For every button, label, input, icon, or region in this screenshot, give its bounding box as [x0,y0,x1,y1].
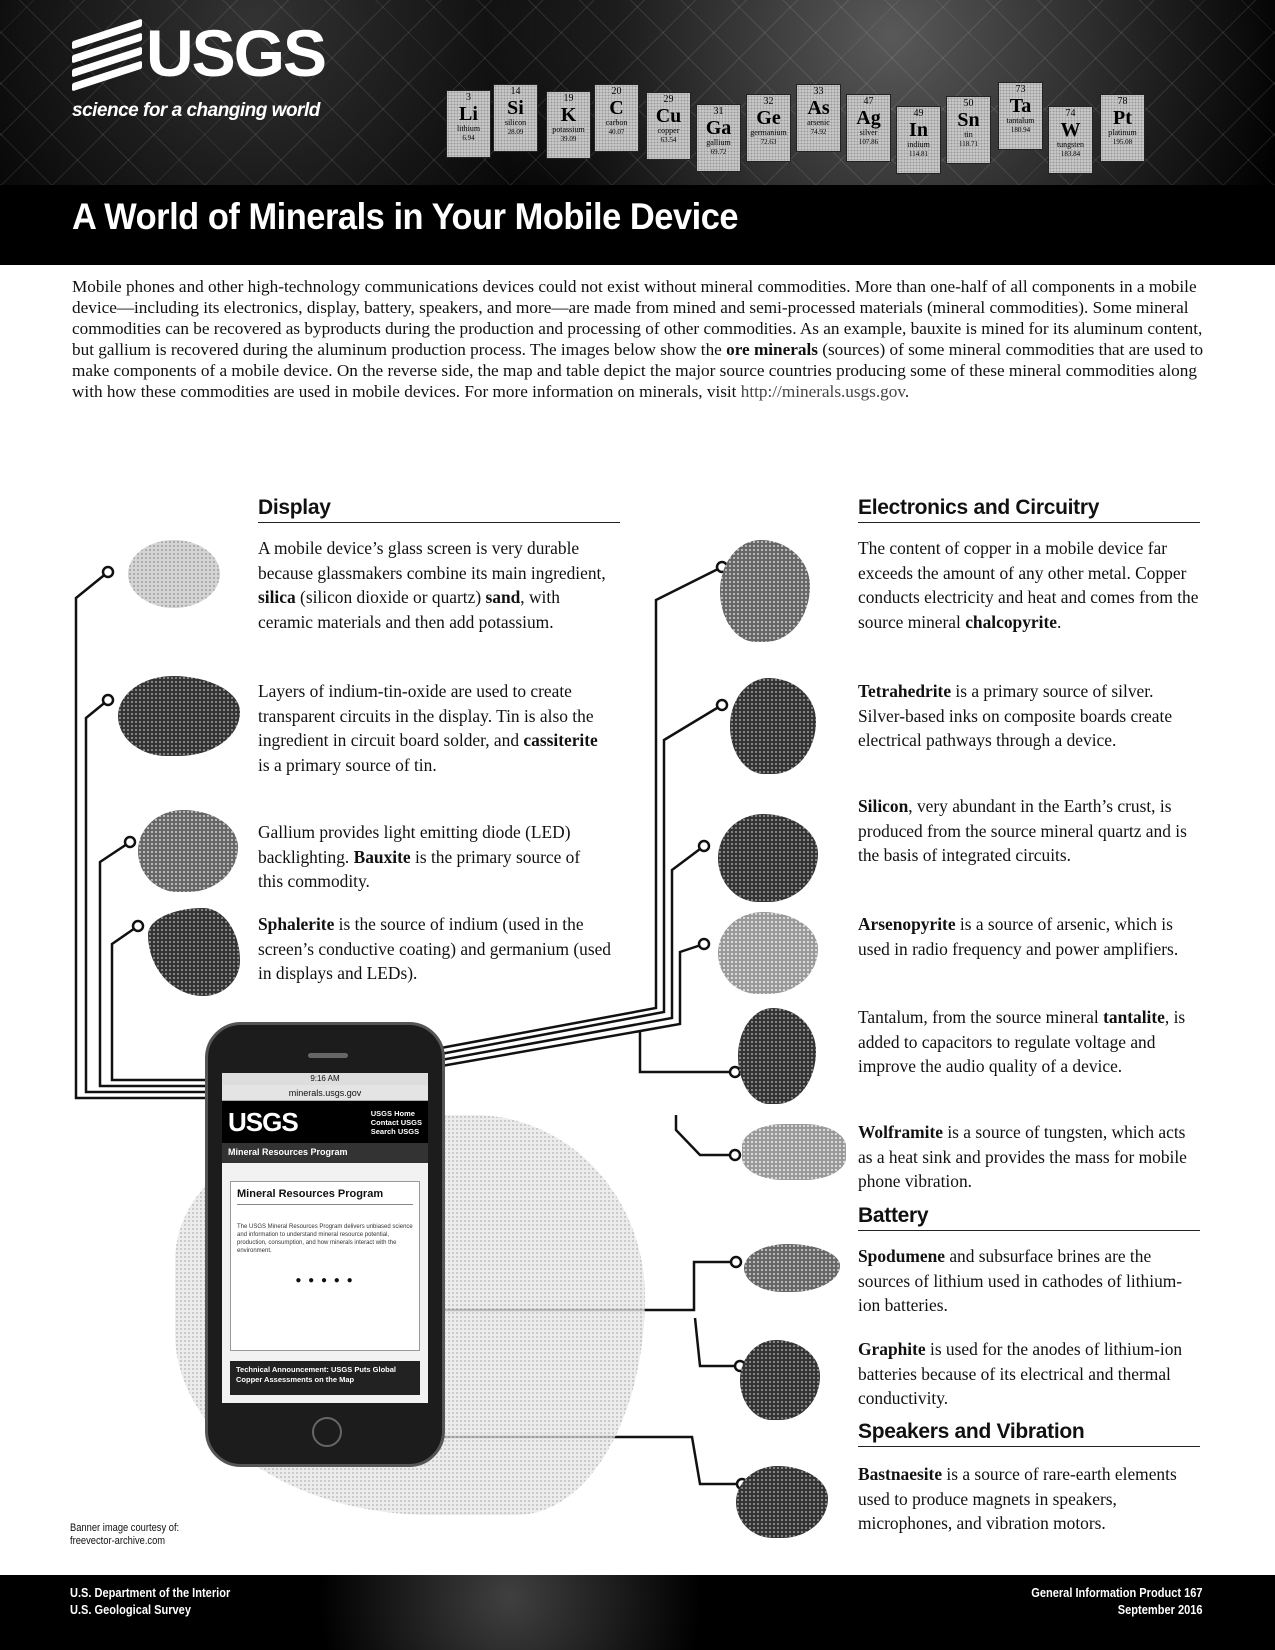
bastnaesite-image [736,1466,828,1538]
electronics-item-silicon: Silicon, very abundant in the Earth’s cr… [858,796,1187,865]
electronics-item-tantalite: Tantalum, from the source mineral tantal… [858,1007,1186,1076]
electronics-item-tetrahedrite: Tetrahedrite is a primary source of silv… [858,681,1173,750]
usgs-wave-icon [72,18,144,92]
silica-sand-image [128,540,220,608]
phone-url-bar: minerals.usgs.gov [222,1085,428,1101]
arsenopyrite-image [718,912,818,994]
section-heading-battery: Battery [858,1204,1200,1231]
usgs-tagline: science for a changing world [72,100,320,121]
battery-item-spodumene: Spodumene and subsurface brines are the … [858,1246,1183,1315]
sphalerite-image [148,908,240,996]
section-heading-display: Display [258,496,620,523]
phone-carousel-dots: ● ● ● ● ● [295,1275,355,1286]
element-tile: 14 Si silicon 28.09 [493,84,538,152]
phone-usgs-logo: USGS [228,1106,299,1137]
phone-status-bar: 9:16 AM [222,1073,428,1085]
usgs-wordmark: USGS [146,16,327,90]
spodumene-image [744,1244,840,1292]
speakers-item-bastnaesite: Bastnaesite is a source of rare-earth el… [858,1464,1177,1533]
display-item-silica: A mobile device’s glass screen is very d… [258,538,606,632]
element-tile: 78 Pt platinum 195.08 [1100,94,1145,162]
phone-screen: 9:16 AM minerals.usgs.gov USGS USGS Home… [222,1073,428,1403]
quartz-silicon-image [718,814,818,902]
footer: U.S. Department of the Interior U.S. Geo… [0,1575,1275,1650]
element-tile: 3 Li lithium 6.94 [446,90,491,158]
graphite-image [740,1340,820,1420]
phone-header-links: USGS Home Contact USGS Search USGS [370,1108,422,1136]
electronics-item-arsenopyrite: Arsenopyrite is a source of arsenic, whi… [858,914,1179,959]
phone-content-card: Mineral Resources Program The USGS Miner… [230,1181,420,1351]
minerals-link[interactable]: http://minerals.usgs.gov [741,382,905,401]
electronics-item-wolframite: Wolframite is a source of tungsten, whic… [858,1122,1187,1191]
element-tile: 50 Sn tin 118.71 [946,96,991,164]
phone-usgs-banner: USGS USGS Home Contact USGS Search USGS [222,1101,428,1143]
element-tile: 74 Wtungsten 183.84 [1048,106,1093,174]
bauxite-image [138,810,238,892]
phone-home-button [312,1417,342,1447]
page-title: A World of Minerals in Your Mobile Devic… [72,196,739,237]
display-item-cassiterite: Layers of indium-tin-oxide are used to c… [258,681,598,775]
mobile-phone-image: 9:16 AM minerals.usgs.gov USGS USGS Home… [205,1022,445,1467]
periodic-elements: 3 Li lithium 6.94 14 Si silicon 28.09 19 Kpotas… [446,78,1275,178]
tetrahedrite-image [730,678,816,774]
display-item-bauxite: Gallium provides light emitting diode (L… [258,822,581,891]
element-tile: 32 Ge germanium 72.63 [746,94,791,162]
tantalite-image [738,1008,816,1104]
chalcopyrite-image [720,540,810,642]
section-heading-electronics: Electronics and Circuitry [858,496,1200,523]
banner-credit: Banner image courtesy of: freevector-arc… [70,1522,180,1547]
element-tile: 29 Cu copper 63.54 [646,92,691,160]
element-tile: 49 In indium 114.81 [896,106,941,174]
element-tile: 31 Ga gallium 69.72 [696,104,741,172]
cassiterite-image [118,676,240,756]
battery-item-graphite: Graphite is used for the anodes of lithi… [858,1339,1183,1408]
element-tile: 33 As arsenic 74.92 [796,84,841,152]
section-heading-speakers: Speakers and Vibration [858,1420,1200,1447]
element-tile: 19 Kpotassium 39.09 [546,91,591,159]
intro-paragraph: Mobile phones and other high-technology … [72,277,1204,401]
phone-program-bar: Mineral Resources Program [222,1143,428,1163]
display-item-sphalerite: Sphalerite is the source of indium (used… [258,914,612,983]
header-banner: USGS science for a changing world 3 Li lit… [0,0,1275,265]
wolframite-image [742,1124,846,1180]
phone-news-banner: Technical Announcement: USGS Puts Global… [230,1361,420,1395]
footer-product-info: General Information Product 167 Septembe… [1031,1585,1203,1617]
element-tile: 20 Ccarbon 40.07 [594,84,639,152]
electronics-item-chalcopyrite: The content of copper in a mobile device… [858,538,1199,632]
usgs-logo[interactable]: USGS [72,16,327,92]
footer-agency: U.S. Department of the Interior U.S. Geo… [70,1585,231,1617]
element-tile: 47 Ag silver 107.86 [846,94,891,162]
phone-speaker [308,1053,348,1058]
element-tile: 73 Ta tantalum 180.94 [998,82,1043,150]
